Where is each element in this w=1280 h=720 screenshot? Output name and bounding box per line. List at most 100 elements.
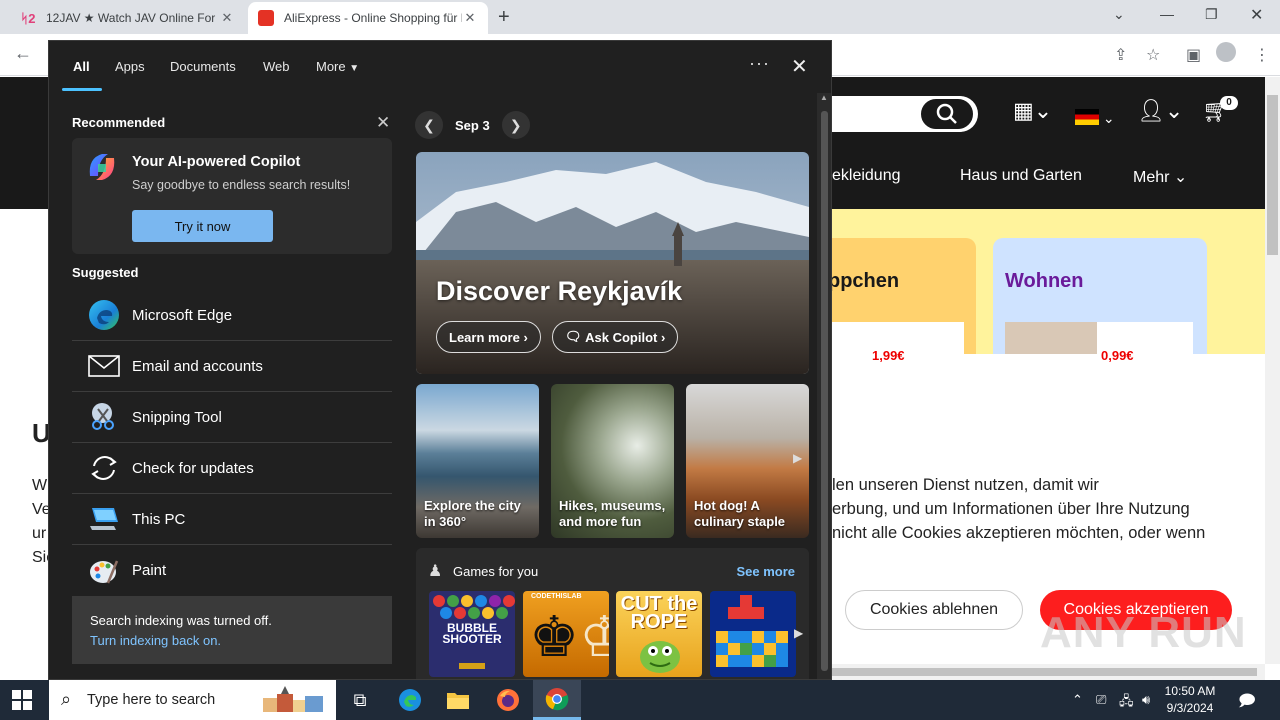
- learn-more-button[interactable]: Learn more ›: [436, 321, 541, 353]
- om-nom-artwork: [640, 641, 680, 673]
- date-navigator: ❮ Sep 3 ❯: [415, 110, 530, 140]
- see-more-games-link[interactable]: See more: [736, 564, 795, 579]
- close-tab-icon[interactable]: ✕: [462, 10, 478, 26]
- aliexpress-favicon-icon: [258, 10, 274, 26]
- tab-apps[interactable]: Apps: [115, 59, 145, 74]
- germany-flag-icon[interactable]: ⌄: [1075, 103, 1115, 129]
- indexing-notice: Search indexing was turned off. Turn ind…: [72, 596, 392, 664]
- try-copilot-button[interactable]: Try it now: [132, 210, 273, 242]
- meet-now-icon[interactable]: ⎚: [1096, 692, 1106, 708]
- task-view-icon: ⧉: [353, 689, 367, 710]
- chevron-right-icon: ›: [661, 329, 666, 345]
- browser-tab-aliexpress[interactable]: AliExpress - Online Shopping für Elektro…: [248, 2, 488, 34]
- game-cut-the-rope[interactable]: CUT the ROPE: [616, 591, 702, 677]
- ask-copilot-button[interactable]: 🗨︎ Ask Copilot ›: [552, 321, 679, 353]
- search-icon: ⌕: [61, 689, 72, 709]
- suggested-item-check-updates[interactable]: Check for updates: [72, 443, 392, 494]
- next-day-button[interactable]: ❯: [501, 111, 530, 139]
- bookmark-star-icon[interactable]: ☆: [1146, 45, 1160, 65]
- windows-search-panel: All Apps Documents Web More ▼ ··· ✕ Reco…: [48, 40, 832, 680]
- sidepanel-icon[interactable]: ▣: [1186, 45, 1201, 65]
- tile-explore-city[interactable]: Explore the city in 360°: [416, 384, 539, 538]
- network-icon[interactable]: 🖧︎: [1119, 692, 1134, 714]
- carousel-next-icon[interactable]: ▶: [793, 451, 802, 465]
- taskbar-chrome[interactable]: [533, 680, 581, 720]
- suggested-item-edge[interactable]: Microsoft Edge: [72, 290, 392, 341]
- previous-day-button[interactable]: ❮: [415, 111, 443, 139]
- promo-card-title: Wohnen: [1005, 270, 1084, 292]
- tab-search-icon[interactable]: ⌄: [1113, 6, 1125, 23]
- show-hidden-icons[interactable]: ⌃: [1072, 692, 1083, 708]
- tab-more[interactable]: More ▼: [316, 59, 359, 74]
- nav-category-home-garden[interactable]: Haus und Garten: [960, 167, 1082, 185]
- ask-copilot-label: Ask Copilot: [585, 329, 658, 345]
- dismiss-recommended-icon[interactable]: ✕: [376, 113, 390, 133]
- page-vertical-scrollbar[interactable]: [1265, 77, 1280, 664]
- promo-card-wohnen[interactable]: Wohnen 0,99€: [993, 238, 1207, 363]
- site-search-button[interactable]: [918, 96, 976, 132]
- tab-documents[interactable]: Documents: [170, 59, 236, 74]
- decline-cookies-button[interactable]: Cookies ablehnen: [845, 590, 1023, 630]
- tile-hot-dog[interactable]: Hot dog! A culinary staple: [686, 384, 809, 538]
- suggested-item-label: Email and accounts: [132, 357, 263, 375]
- maximize-icon[interactable]: ❐: [1205, 6, 1218, 23]
- clock-date: 9/3/2024: [1166, 701, 1214, 715]
- close-panel-icon[interactable]: ✕: [791, 54, 808, 79]
- more-options-icon[interactable]: ···: [749, 53, 770, 74]
- close-tab-icon[interactable]: ✕: [219, 10, 235, 26]
- suggested-item-email[interactable]: Email and accounts: [72, 341, 392, 392]
- browser-tab-bar: ᛋ2 12JAV ★ Watch JAV Online For Free ✕ A…: [0, 0, 1280, 34]
- nav-category-clothing[interactable]: ekleidung: [832, 167, 901, 185]
- task-view-button[interactable]: ⧉: [336, 680, 384, 720]
- game-chess[interactable]: CODETHISLAB ♚♔: [523, 591, 609, 677]
- taskbar-firefox[interactable]: [484, 680, 532, 720]
- tab-web[interactable]: Web: [263, 59, 290, 74]
- edge-icon: [86, 297, 122, 333]
- tile-hikes-museums[interactable]: Hikes, museums, and more fun: [551, 384, 674, 538]
- system-clock[interactable]: 10:50 AM 9/3/2024: [1160, 683, 1220, 717]
- game-blocks[interactable]: [710, 591, 796, 677]
- tile-caption: Hot dog! A culinary staple: [694, 498, 786, 529]
- taskbar-search-box[interactable]: ⌕ Type here to search: [49, 680, 336, 720]
- games-next-icon[interactable]: ▶: [794, 626, 803, 640]
- browser-tab-12jav[interactable]: ᛋ2 12JAV ★ Watch JAV Online For Free ✕: [10, 2, 245, 34]
- tab-all[interactable]: All: [73, 59, 90, 74]
- new-tab-button[interactable]: +: [498, 6, 510, 29]
- qr-code-icon[interactable]: ▦⌄: [1013, 98, 1052, 124]
- taskbar-search-placeholder: Type here to search: [87, 692, 216, 708]
- more-menu-icon[interactable]: ⋮: [1254, 45, 1270, 65]
- scroll-up-icon[interactable]: ▲: [820, 93, 828, 102]
- turn-indexing-on-link[interactable]: Turn indexing back on.: [90, 633, 221, 648]
- volume-icon[interactable]: 🔊︎: [1142, 692, 1150, 708]
- share-icon[interactable]: ⇪: [1114, 45, 1127, 65]
- suggested-item-label: This PC: [132, 510, 186, 528]
- game-bubble-shooter[interactable]: BUBBLE SHOOTER: [429, 591, 515, 677]
- scrollbar-thumb[interactable]: [832, 668, 1257, 676]
- minimize-icon[interactable]: —: [1160, 6, 1174, 22]
- games-icon: ♟︎: [428, 563, 443, 580]
- windows-start-icon[interactable]: [12, 690, 32, 710]
- chrome-icon: [545, 687, 569, 710]
- panel-scrollbar[interactable]: ▲: [817, 93, 831, 679]
- suggested-item-this-pc[interactable]: This PC: [72, 494, 392, 545]
- back-icon[interactable]: ←: [14, 43, 32, 64]
- promo-card[interactable]: ppchen 1,99€: [820, 238, 976, 363]
- profile-avatar-icon[interactable]: [1216, 42, 1236, 62]
- cookie-text-fragment: ur: [32, 525, 47, 542]
- page-horizontal-scrollbar[interactable]: [832, 664, 1265, 680]
- nav-category-more[interactable]: Mehr ⌄: [1133, 167, 1187, 187]
- copilot-title: Your AI-powered Copilot: [132, 154, 301, 170]
- notifications-icon[interactable]: 🗩︎: [1238, 690, 1256, 717]
- taskbar-edge[interactable]: [386, 680, 434, 720]
- suggested-item-paint[interactable]: Paint: [72, 545, 392, 596]
- reykjavik-hero-card[interactable]: Discover Reykjavík Learn more › 🗨︎ Ask C…: [416, 152, 809, 374]
- scrollbar-thumb[interactable]: [1267, 95, 1278, 255]
- scrollbar-thumb[interactable]: [821, 111, 828, 671]
- product-image: [1005, 322, 1097, 354]
- taskbar-file-explorer[interactable]: [434, 680, 482, 720]
- close-window-icon[interactable]: ✕: [1250, 5, 1263, 25]
- suggested-item-snipping-tool[interactable]: Snipping Tool: [72, 392, 392, 443]
- anyrun-watermark: ANY RUN: [1040, 608, 1247, 657]
- firefox-icon: [497, 689, 519, 711]
- account-icon[interactable]: 👤︎⌄: [1137, 98, 1183, 124]
